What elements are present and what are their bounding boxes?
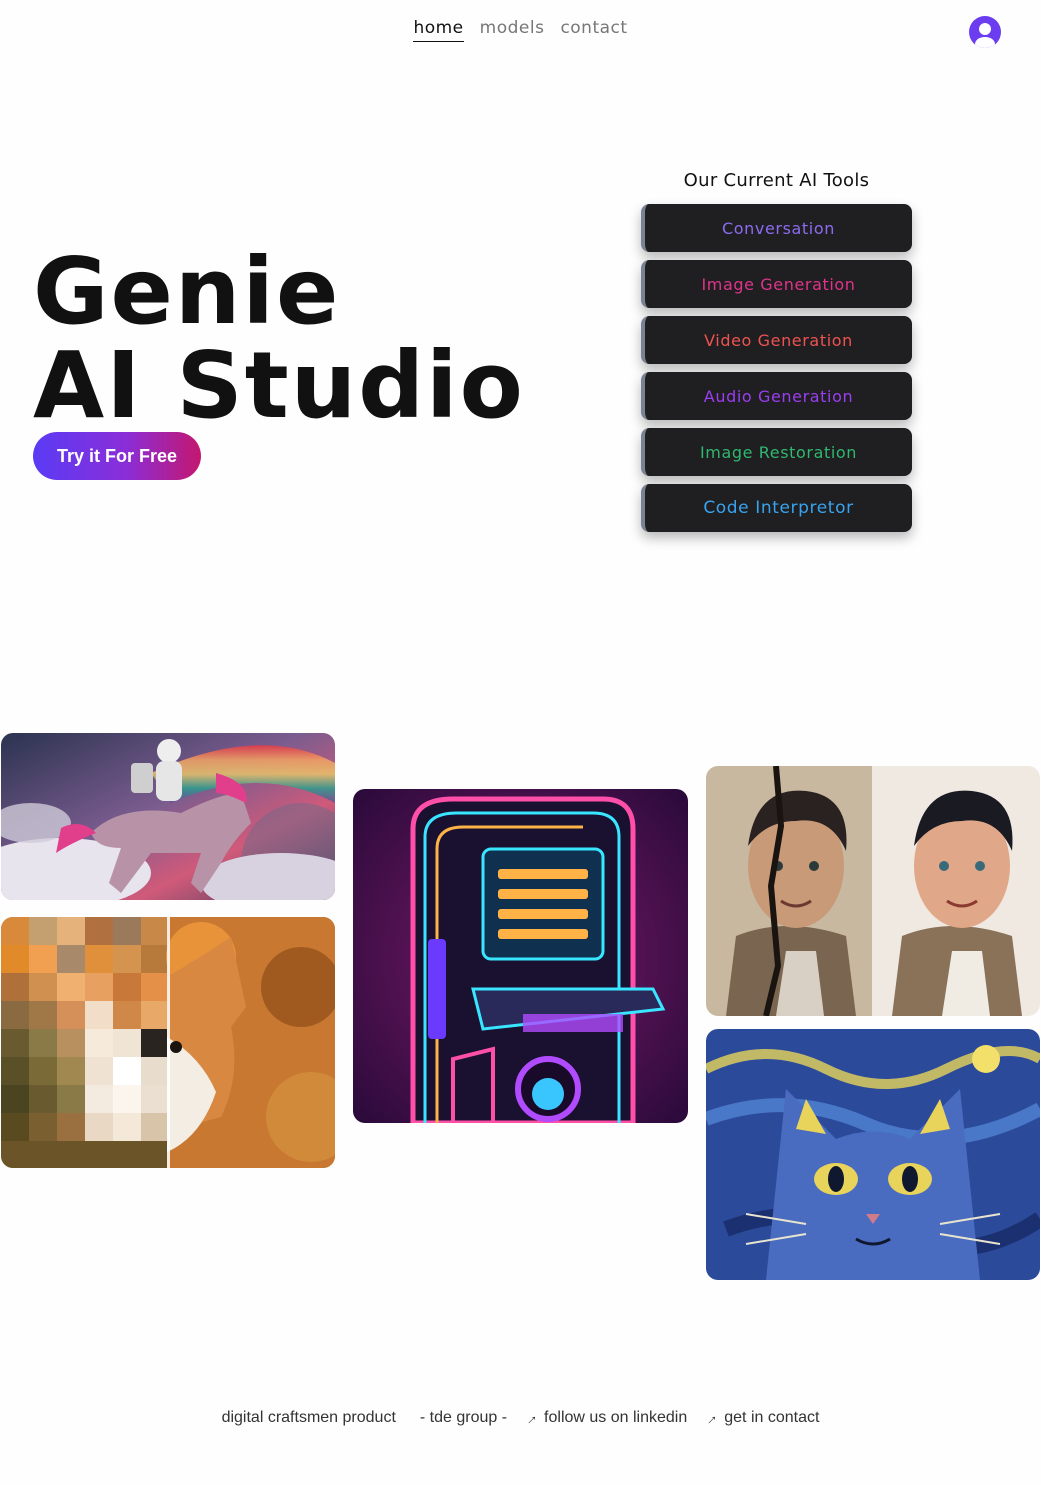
external-arrow-icon: → <box>519 1406 542 1430</box>
tool-image-generation-button[interactable]: Image Generation <box>641 260 912 308</box>
nav-item-contact[interactable]: contact <box>560 18 627 42</box>
hero-title-line2: AI Studio <box>33 332 525 439</box>
neon-arcade-image <box>353 789 688 1123</box>
avatar-head <box>979 23 991 35</box>
footer: digital craftsmen product - tde group - … <box>0 1407 1041 1430</box>
restored-photo-image <box>706 766 1040 1016</box>
top-nav: home models contact <box>0 18 1041 42</box>
tool-code-interpretor-button[interactable]: Code Interpretor <box>641 484 912 532</box>
tool-image-restoration-button[interactable]: Image Restoration <box>641 428 912 476</box>
avatar-shoulders <box>975 37 995 48</box>
contact-link[interactable]: → get in contact <box>699 1407 820 1430</box>
tool-video-generation-button[interactable]: Video Generation <box>641 316 912 364</box>
astronaut-unicorn-image <box>1 733 335 900</box>
user-avatar-icon[interactable] <box>969 16 1001 48</box>
try-for-free-button[interactable]: Try it For Free <box>33 432 201 480</box>
tools-list: Conversation Image Generation Video Gene… <box>641 204 912 540</box>
starry-cat-image <box>706 1029 1040 1280</box>
footer-group: - tde group - <box>419 1409 508 1426</box>
nav-item-home[interactable]: home <box>413 18 464 42</box>
pixelated-dog-image <box>1 917 335 1168</box>
footer-product: digital craftsmen product <box>221 1409 396 1426</box>
tool-conversation-button[interactable]: Conversation <box>641 204 912 252</box>
hero-title: Genie AI Studio <box>33 245 525 433</box>
linkedin-link[interactable]: → follow us on linkedin <box>519 1407 688 1430</box>
external-arrow-icon: → <box>699 1406 723 1430</box>
linkedin-link-label: follow us on linkedin <box>544 1409 688 1426</box>
contact-link-label: get in contact <box>724 1409 820 1426</box>
hero-title-line1: Genie <box>33 238 341 345</box>
tool-audio-generation-button[interactable]: Audio Generation <box>641 372 912 420</box>
nav-item-models[interactable]: models <box>480 18 545 42</box>
tools-heading: Our Current AI Tools <box>683 170 870 191</box>
